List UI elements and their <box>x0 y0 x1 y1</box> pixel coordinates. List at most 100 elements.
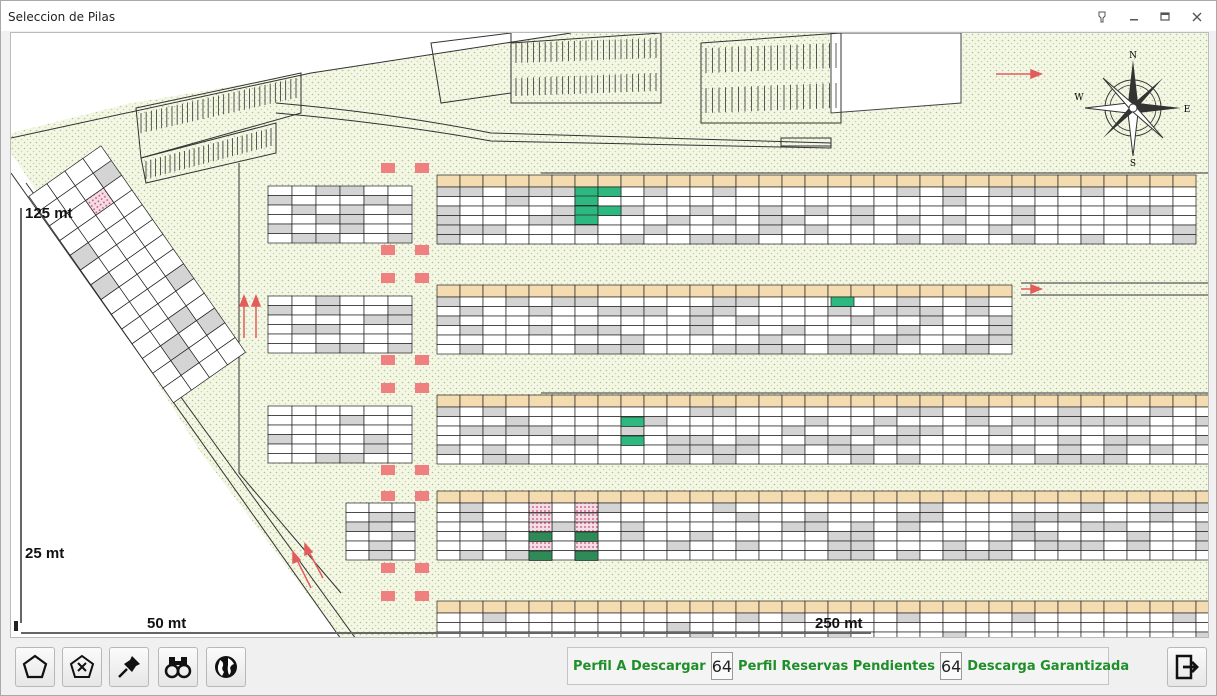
stack-slot[interactable] <box>689 186 714 197</box>
stack-slot[interactable] <box>1057 502 1082 513</box>
stack-slot[interactable] <box>482 540 507 551</box>
stack-slot[interactable] <box>505 325 530 336</box>
stack-slot[interactable] <box>551 406 576 417</box>
stack-slot[interactable] <box>666 224 691 235</box>
stack-slot[interactable] <box>551 454 576 465</box>
stack-slot[interactable] <box>1172 454 1197 465</box>
stack-slot[interactable] <box>712 186 737 197</box>
stack-slot[interactable] <box>666 325 691 336</box>
block-header-cell[interactable] <box>965 174 990 188</box>
stack-slot[interactable] <box>666 215 691 226</box>
stack-slot[interactable] <box>804 502 829 513</box>
stack-slot[interactable] <box>291 223 317 234</box>
block-header-cell[interactable] <box>689 174 714 188</box>
stack-slot[interactable] <box>735 325 760 336</box>
stack-slot[interactable] <box>1034 425 1059 436</box>
stack-slot[interactable] <box>482 435 507 446</box>
stack-slot[interactable] <box>919 416 944 427</box>
stack-slot[interactable] <box>1126 521 1151 532</box>
stack-slot[interactable] <box>942 344 967 355</box>
stack-slot[interactable] <box>291 314 317 325</box>
stack-slot[interactable] <box>267 223 293 234</box>
stack-slot[interactable] <box>712 512 737 523</box>
stack-slot[interactable] <box>896 622 921 633</box>
block-header-cell[interactable] <box>804 284 829 298</box>
stack-slot[interactable] <box>620 196 645 207</box>
stack-slot[interactable] <box>804 315 829 326</box>
stack-slot[interactable] <box>1126 416 1151 427</box>
stack-slot[interactable] <box>827 416 852 427</box>
stack-slot[interactable] <box>781 435 806 446</box>
stack-slot[interactable] <box>666 334 691 345</box>
stack-slot[interactable] <box>735 215 760 226</box>
stack-slot[interactable] <box>1172 502 1197 513</box>
stack-slot[interactable] <box>505 416 530 427</box>
stack-slot[interactable] <box>436 435 461 446</box>
stack-slot[interactable] <box>758 296 783 307</box>
stack-slot[interactable] <box>965 502 990 513</box>
block-header-cell[interactable] <box>850 394 875 408</box>
stack-slot[interactable] <box>505 612 530 623</box>
stack-slot[interactable] <box>1034 215 1059 226</box>
stack-slot[interactable] <box>850 205 875 216</box>
stack-slot[interactable] <box>267 453 293 464</box>
stack-slot[interactable] <box>391 540 416 551</box>
stack-slot[interactable] <box>873 315 898 326</box>
stack-slot[interactable] <box>781 315 806 326</box>
block-header-cell[interactable] <box>528 394 553 408</box>
stack-slot[interactable] <box>896 531 921 542</box>
stack-slot[interactable] <box>666 531 691 542</box>
stack-slot[interactable] <box>1011 512 1036 523</box>
stack-slot[interactable] <box>597 540 622 551</box>
block-header-cell[interactable] <box>436 490 461 504</box>
stack-slot[interactable] <box>291 305 317 316</box>
stack-slot[interactable] <box>873 612 898 623</box>
stack-slot[interactable] <box>1034 631 1059 638</box>
stack-slot[interactable] <box>574 234 599 245</box>
stack-slot[interactable] <box>735 425 760 436</box>
stack-slot[interactable] <box>689 325 714 336</box>
stack-slot[interactable] <box>528 622 553 633</box>
stack-slot[interactable] <box>873 416 898 427</box>
stack-slot[interactable] <box>643 215 668 226</box>
stack-slot[interactable] <box>643 306 668 317</box>
block-header-cell[interactable] <box>919 284 944 298</box>
stack-slot[interactable] <box>942 196 967 207</box>
block-header-cell[interactable] <box>666 284 691 298</box>
stack-slot[interactable] <box>919 334 944 345</box>
stack-slot[interactable] <box>339 453 365 464</box>
stack-slot[interactable] <box>1126 631 1151 638</box>
stack-slot[interactable] <box>551 186 576 197</box>
stack-slot[interactable] <box>758 454 783 465</box>
block-header-cell[interactable] <box>1103 394 1128 408</box>
stack-slot[interactable] <box>597 444 622 455</box>
stack-slot[interactable] <box>712 205 737 216</box>
stack-slot[interactable] <box>436 540 461 551</box>
stack-slot[interactable] <box>942 296 967 307</box>
stack-slot[interactable] <box>528 205 553 216</box>
stack-slot[interactable] <box>363 204 389 215</box>
stack-slot[interactable] <box>896 234 921 245</box>
stack-slot[interactable] <box>896 612 921 623</box>
block-header-cell[interactable] <box>528 174 553 188</box>
stack-slot[interactable] <box>781 224 806 235</box>
stack-slot[interactable] <box>873 186 898 197</box>
stack-slot[interactable] <box>919 186 944 197</box>
stack-slot[interactable] <box>459 306 484 317</box>
stack-slot[interactable] <box>850 416 875 427</box>
stack-slot[interactable] <box>620 550 645 561</box>
block-header-cell[interactable] <box>781 490 806 504</box>
block-header-cell[interactable] <box>1149 600 1174 614</box>
block-header-cell[interactable] <box>1011 490 1036 504</box>
stack-slot[interactable] <box>689 521 714 532</box>
stack-slot[interactable] <box>919 512 944 523</box>
block-header-cell[interactable] <box>505 174 530 188</box>
stack-slot[interactable] <box>339 324 365 335</box>
block-header-cell[interactable] <box>827 284 852 298</box>
stack-slot[interactable] <box>988 196 1013 207</box>
stack-slot[interactable] <box>965 512 990 523</box>
stack-slot[interactable] <box>666 205 691 216</box>
stack-slot[interactable] <box>505 205 530 216</box>
stack-slot[interactable] <box>1011 234 1036 245</box>
stack-slot[interactable] <box>827 502 852 513</box>
